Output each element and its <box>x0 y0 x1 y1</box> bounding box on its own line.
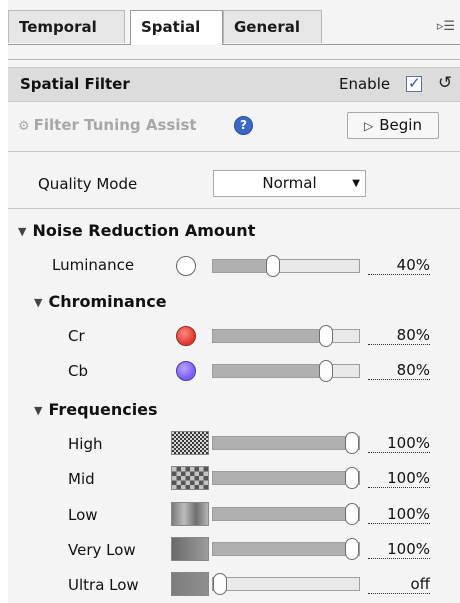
tab-general[interactable]: General <box>223 10 322 43</box>
cr-value[interactable]: 80% <box>368 327 430 345</box>
ultra-low-value[interactable]: off <box>368 576 430 594</box>
slider-handle[interactable] <box>213 573 227 595</box>
luminance-swatch <box>176 256 196 276</box>
reset-icon[interactable]: ↺ <box>438 73 452 93</box>
begin-label: Begin <box>379 116 422 134</box>
cb-value[interactable]: 80% <box>368 362 430 380</box>
mid-slider[interactable] <box>212 467 360 489</box>
tab-bar: Temporal Spatial General ▹☰ <box>8 10 460 45</box>
enable-label: Enable <box>339 75 391 93</box>
quality-mode-label: Quality Mode <box>38 175 138 193</box>
filter-tuning-assist: ⚙ Filter Tuning Assist <box>18 116 197 134</box>
divider <box>8 59 460 60</box>
ultra-low-label: Ultra Low <box>68 576 139 594</box>
cb-color-swatch <box>176 361 196 381</box>
disclosure-triangle-icon: ▼ <box>34 404 43 417</box>
mid-label: Mid <box>68 470 95 488</box>
disclosure-triangle-icon: ▼ <box>18 225 27 238</box>
disclosure-triangle-icon: ▼ <box>34 296 43 309</box>
high-label: High <box>68 435 103 453</box>
slider-fill <box>213 437 352 449</box>
cr-label: Cr <box>68 327 85 345</box>
low-label: Low <box>68 506 98 524</box>
very-low-frequency-texture <box>171 537 209 561</box>
slider-fill <box>213 330 326 342</box>
slider-fill <box>213 543 352 555</box>
divider <box>8 151 460 152</box>
luminance-value[interactable]: 40% <box>368 257 430 275</box>
very-low-slider[interactable] <box>212 538 360 560</box>
group-title: Noise Reduction Amount <box>32 221 256 240</box>
slider-handle[interactable] <box>345 432 359 454</box>
quality-mode-select[interactable]: Normal ▼ <box>213 170 366 197</box>
luminance-label: Luminance <box>52 256 135 274</box>
gear-icon: ⚙ <box>18 119 30 134</box>
slider-fill <box>213 365 326 377</box>
slider-fill <box>213 472 352 484</box>
panel-menu-icon[interactable]: ▹☰ <box>432 16 460 38</box>
assist-label: Filter Tuning Assist <box>33 116 197 134</box>
section-title: Spatial Filter <box>20 75 130 93</box>
slider-handle[interactable] <box>345 503 359 525</box>
slider-fill <box>213 508 352 520</box>
high-frequency-texture <box>171 431 209 455</box>
checkmark-icon: ✓ <box>408 74 421 92</box>
slider-handle[interactable] <box>345 538 359 560</box>
high-value[interactable]: 100% <box>368 435 430 453</box>
quality-mode-value: Normal <box>262 174 317 192</box>
begin-button[interactable]: ▷ Begin <box>347 112 439 139</box>
tab-temporal[interactable]: Temporal <box>8 10 125 43</box>
cb-slider[interactable] <box>212 360 360 382</box>
tab-spatial[interactable]: Spatial <box>130 10 223 45</box>
section-header: Spatial Filter Enable ✓ ↺ <box>8 67 460 102</box>
ultra-low-frequency-texture <box>171 572 209 596</box>
low-slider[interactable] <box>212 503 360 525</box>
slider-handle[interactable] <box>319 325 333 347</box>
spatial-filter-panel: Temporal Spatial General ▹☰ Spatial Filt… <box>8 0 460 603</box>
cr-slider[interactable] <box>212 325 360 347</box>
group-title: Chrominance <box>48 292 167 311</box>
luminance-slider[interactable] <box>212 255 360 277</box>
very-low-label: Very Low <box>68 541 136 559</box>
help-icon[interactable]: ? <box>234 116 253 135</box>
slider-fill <box>213 260 273 272</box>
mid-frequency-texture <box>171 466 209 490</box>
enable-checkbox[interactable]: ✓ <box>406 74 422 92</box>
ultra-low-slider[interactable] <box>212 573 360 595</box>
frequencies-header[interactable]: ▼ Frequencies <box>34 400 158 419</box>
slider-handle[interactable] <box>345 467 359 489</box>
chevron-down-icon: ▼ <box>352 178 360 189</box>
low-value[interactable]: 100% <box>368 506 430 524</box>
divider <box>8 208 460 209</box>
high-slider[interactable] <box>212 432 360 454</box>
mid-value[interactable]: 100% <box>368 470 430 488</box>
very-low-value[interactable]: 100% <box>368 541 430 559</box>
noise-reduction-header[interactable]: ▼ Noise Reduction Amount <box>18 221 255 240</box>
chrominance-header[interactable]: ▼ Chrominance <box>34 292 167 311</box>
cr-color-swatch <box>176 326 196 346</box>
slider-handle[interactable] <box>266 255 280 277</box>
group-title: Frequencies <box>48 400 158 419</box>
cb-label: Cb <box>68 362 88 380</box>
low-frequency-texture <box>171 502 209 526</box>
play-icon: ▷ <box>364 119 374 133</box>
slider-handle[interactable] <box>319 360 333 382</box>
